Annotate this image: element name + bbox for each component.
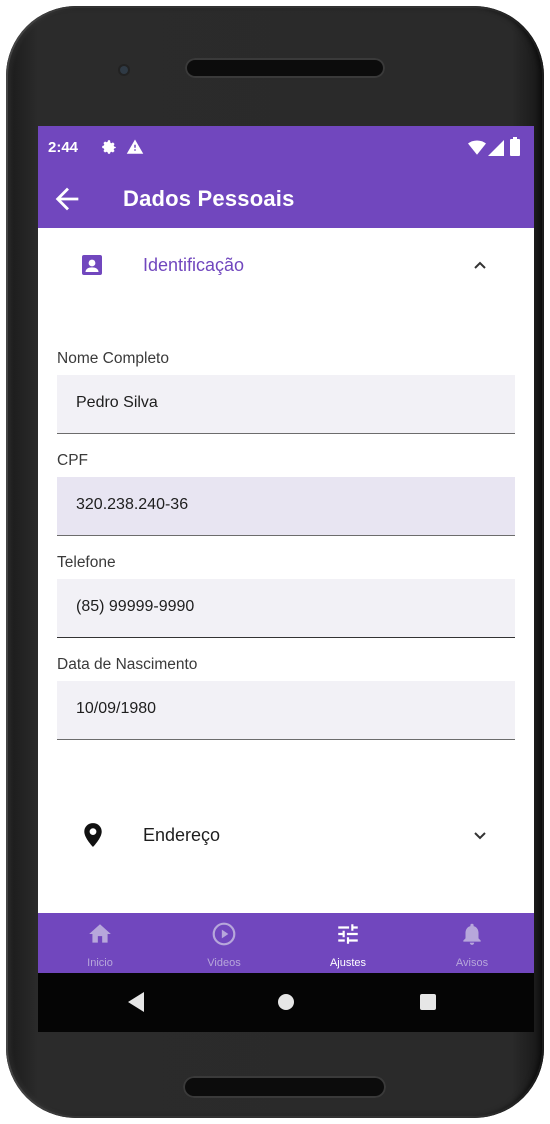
field-label-cpf: CPF <box>57 452 88 469</box>
section-label-endereco: Endereço <box>143 825 221 845</box>
field-value-nome: Pedro Silva <box>76 394 158 411</box>
field-value-cpf: 320.238.240-36 <box>76 496 189 513</box>
chevron-down-icon[interactable] <box>468 823 492 847</box>
nav-item-inicio[interactable]: Inicio <box>38 913 162 973</box>
alert-icon <box>126 139 144 154</box>
battery-icon <box>510 137 520 156</box>
status-bar: 2:44 <box>38 126 534 170</box>
field-label-nome: Nome Completo <box>57 350 169 367</box>
nav-item-ajustes[interactable]: Ajustes <box>286 913 410 973</box>
field-label-telefone: Telefone <box>57 554 116 571</box>
chevron-up-icon[interactable] <box>468 254 492 278</box>
nav-item-videos[interactable]: Videos <box>162 913 286 973</box>
bottom-nav: Inicio Videos Ajustes Avisos <box>38 913 534 973</box>
settings-icon <box>102 140 116 154</box>
sliders-icon <box>338 924 358 944</box>
page-title: Dados Pessoais <box>123 186 295 211</box>
nav-label-inicio: Inicio <box>87 957 113 969</box>
arrow-back-icon[interactable] <box>50 182 84 216</box>
back-triangle-icon[interactable] <box>126 991 146 1013</box>
field-value-nascimento: 10/09/1980 <box>76 700 157 717</box>
nav-label-videos: Videos <box>207 957 241 969</box>
recents-square-icon[interactable] <box>419 993 437 1011</box>
status-time: 2:44 <box>48 139 79 156</box>
screen: 2:44 Dados Pessoais Identificação Nome C… <box>38 126 534 1032</box>
earpiece-speaker <box>185 58 385 78</box>
field-value-telefone: (85) 99999-9990 <box>76 598 195 615</box>
field-label-nascimento: Data de Nascimento <box>57 656 198 673</box>
system-nav-bar <box>38 973 534 1032</box>
bottom-speaker <box>183 1076 386 1098</box>
nav-label-avisos: Avisos <box>455 957 489 969</box>
home-circle-icon[interactable] <box>277 993 295 1011</box>
app-bar: Dados Pessoais <box>38 170 534 228</box>
nome-completo-field[interactable]: Pedro Silva <box>57 375 515 434</box>
section-header-endereco[interactable]: Endereço <box>38 800 534 870</box>
section-label-identificacao: Identificação <box>143 255 245 275</box>
play-circle-icon <box>212 922 236 946</box>
location-pin-icon <box>84 823 102 847</box>
nav-item-avisos[interactable]: Avisos <box>410 913 534 973</box>
section-header-identificacao[interactable]: Identificação <box>38 231 534 301</box>
cpf-field[interactable]: 320.238.240-36 <box>57 477 515 536</box>
data-nascimento-field[interactable]: 10/09/1980 <box>57 681 515 740</box>
telefone-field[interactable]: (85) 99999-9990 <box>57 579 515 638</box>
person-badge-icon <box>82 255 102 275</box>
phone-frame: 2:44 Dados Pessoais Identificação Nome C… <box>6 6 544 1118</box>
home-icon <box>89 924 111 943</box>
nav-label-ajustes: Ajustes <box>329 957 367 969</box>
signal-icon <box>488 140 504 156</box>
front-camera <box>120 66 128 74</box>
bell-icon <box>463 923 481 945</box>
wifi-icon <box>468 140 486 155</box>
